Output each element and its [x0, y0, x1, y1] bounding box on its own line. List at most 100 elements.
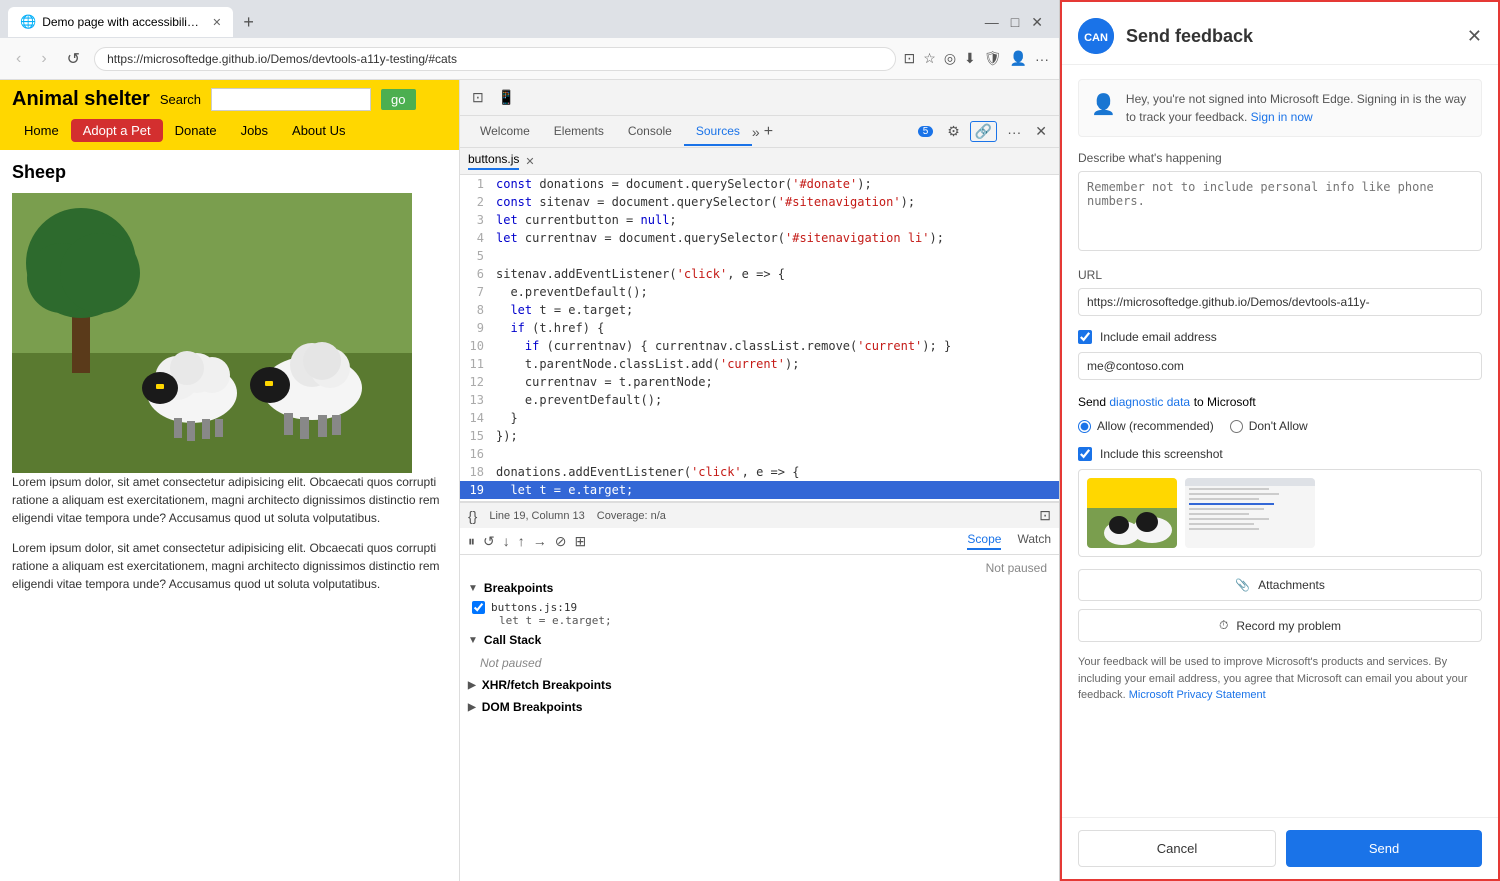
screenshot-icon[interactable]: ⊡ [1039, 507, 1051, 524]
include-email-label: Include email address [1100, 330, 1217, 344]
more-tools-icon[interactable]: ··· [1003, 122, 1025, 142]
send-button[interactable]: Send [1286, 830, 1482, 867]
breakpoint-item: buttons.js:19 let t = e.target; [460, 599, 1059, 629]
watch-tab[interactable]: Watch [1017, 532, 1051, 550]
describe-textarea[interactable] [1078, 171, 1482, 251]
address-icons: ⊡ ☆ ◎ ⬇ 🛡 👤 ··· [904, 50, 1049, 67]
include-email-row: Include email address [1078, 330, 1482, 344]
record-button[interactable]: ⏱ Record my problem [1078, 609, 1482, 642]
email-input[interactable] [1078, 352, 1482, 380]
file-tab-name[interactable]: buttons.js [468, 152, 519, 170]
privacy-link[interactable]: Microsoft Privacy Statement [1129, 689, 1266, 701]
signin-link[interactable]: Sign in now [1251, 110, 1313, 124]
tab-welcome[interactable]: Welcome [468, 118, 542, 146]
callstack-label: Call Stack [484, 633, 541, 647]
dont-allow-radio[interactable] [1230, 420, 1243, 433]
url-label: URL [1078, 268, 1482, 282]
breakpoint-checkbox[interactable] [472, 601, 485, 614]
step-out-button[interactable]: ↑ [518, 533, 525, 549]
feedback-tool-icon[interactable]: 🔗 [970, 121, 997, 142]
allow-radio[interactable] [1078, 420, 1091, 433]
new-tab-button[interactable]: + [237, 12, 260, 33]
minimize-button[interactable]: — [985, 14, 999, 30]
dom-arrow: ▶ [468, 702, 476, 713]
tab-more[interactable]: » [752, 124, 760, 140]
close-devtools-icon[interactable]: ✕ [1031, 121, 1051, 142]
step-button[interactable]: → [533, 533, 547, 549]
pause-button[interactable]: ⏸ [468, 533, 475, 550]
tab-close-icon[interactable]: ✕ [212, 16, 221, 29]
nav-about[interactable]: About Us [280, 119, 357, 142]
nav-adopt[interactable]: Adopt a Pet [71, 119, 163, 142]
nav-home[interactable]: Home [12, 119, 71, 142]
devtools-mobile-btn[interactable]: 📱 [494, 87, 519, 108]
feedback-body: 👤 Hey, you're not signed into Microsoft … [1062, 65, 1498, 817]
screenshot-checkbox[interactable] [1078, 447, 1092, 461]
dom-exception-btn[interactable]: ⊞ [574, 533, 586, 550]
badge-count: 5 [918, 126, 934, 137]
step-into-button[interactable]: ↓ [503, 533, 510, 549]
settings-icon[interactable]: ⚙ [943, 121, 964, 142]
close-button[interactable]: ✕ [1031, 14, 1043, 31]
site-go-button[interactable]: go [381, 89, 415, 110]
tab-elements[interactable]: Elements [542, 118, 616, 146]
cancel-button[interactable]: Cancel [1078, 830, 1276, 867]
shield-icon[interactable]: 🛡 [984, 50, 1002, 67]
tab-console[interactable]: Console [616, 118, 684, 146]
site-search-input[interactable] [211, 88, 371, 111]
attachments-button[interactable]: 📎 Attachments [1078, 569, 1482, 601]
tab-sources[interactable]: Sources [684, 118, 752, 146]
status-line: Line 19, Column 13 [489, 510, 584, 522]
profile-icon[interactable]: 👤 [1010, 50, 1027, 67]
address-input[interactable] [94, 47, 895, 71]
more-icon[interactable]: ··· [1035, 51, 1049, 67]
callstack-section[interactable]: ▼ Call Stack [460, 629, 1059, 651]
xhr-section[interactable]: ▶ XHR/fetch Breakpoints [460, 674, 1059, 696]
step-over-button[interactable]: ↺ [483, 533, 495, 550]
url-input[interactable] [1078, 288, 1482, 316]
file-tab-close[interactable]: ✕ [525, 155, 534, 168]
breakpoint-file: buttons.js:19 [491, 601, 612, 614]
site-nav: Home Adopt a Pet Donate Jobs About Us [0, 119, 459, 150]
tablet-icon[interactable]: ⊡ [904, 50, 916, 67]
include-email-checkbox[interactable] [1078, 330, 1092, 344]
diagnostic-link[interactable]: diagnostic data [1109, 395, 1190, 409]
tab-bar: 🌐 Demo page with accessibility iss ✕ + —… [0, 0, 1059, 38]
tab-add[interactable]: + [764, 123, 773, 141]
site-title: Animal shelter [12, 88, 150, 111]
dom-label: DOM Breakpoints [482, 700, 583, 714]
nav-donate[interactable]: Donate [163, 119, 229, 142]
code-line-19: 19 let t = e.target; [460, 481, 1059, 499]
collections-icon[interactable]: ◎ [944, 50, 956, 67]
feedback-footer: Cancel Send [1062, 817, 1498, 879]
callstack-arrow: ▼ [468, 635, 478, 646]
breakpoints-section[interactable]: ▼ Breakpoints [460, 577, 1059, 599]
search-label: Search [160, 92, 201, 107]
refresh-button[interactable]: ↺ [61, 47, 86, 71]
download-icon[interactable]: ⬇ [964, 50, 976, 67]
devtools-dock-btn[interactable]: ⊡ [468, 87, 488, 108]
record-icon: ⏱ [1219, 618, 1228, 633]
nav-jobs[interactable]: Jobs [229, 119, 280, 142]
code-line-11: 11 t.parentNode.classList.add('current')… [460, 355, 1059, 373]
back-button[interactable]: ‹ [10, 48, 27, 70]
feedback-close-button[interactable]: ✕ [1467, 26, 1482, 47]
dom-section[interactable]: ▶ DOM Breakpoints [460, 696, 1059, 718]
tab-title: Demo page with accessibility iss [42, 15, 202, 29]
browser-tab-active[interactable]: 🌐 Demo page with accessibility iss ✕ [8, 7, 233, 37]
deactivate-btn[interactable]: ⊘ [555, 533, 567, 550]
maximize-button[interactable]: □ [1011, 14, 1019, 30]
callstack-status: Not paused [460, 651, 1059, 674]
user-icon: 👤 [1091, 92, 1116, 117]
record-label: Record my problem [1236, 619, 1341, 633]
site-body: Sheep [0, 150, 459, 617]
code-line-6: 6 sitenav.addEventListener('click', e =>… [460, 265, 1059, 283]
scope-tab[interactable]: Scope [967, 532, 1001, 550]
forward-button[interactable]: › [35, 48, 52, 70]
allow-radio-group: Allow (recommended) [1078, 419, 1214, 433]
favorites-icon[interactable]: ☆ [923, 50, 936, 67]
curly-braces-icon[interactable]: {} [468, 508, 477, 524]
browser-window: 🌐 Demo page with accessibility iss ✕ + —… [0, 0, 1060, 881]
code-editor[interactable]: 1 const donations = document.querySelect… [460, 175, 1059, 502]
tab-favicon: 🌐 [20, 14, 36, 30]
